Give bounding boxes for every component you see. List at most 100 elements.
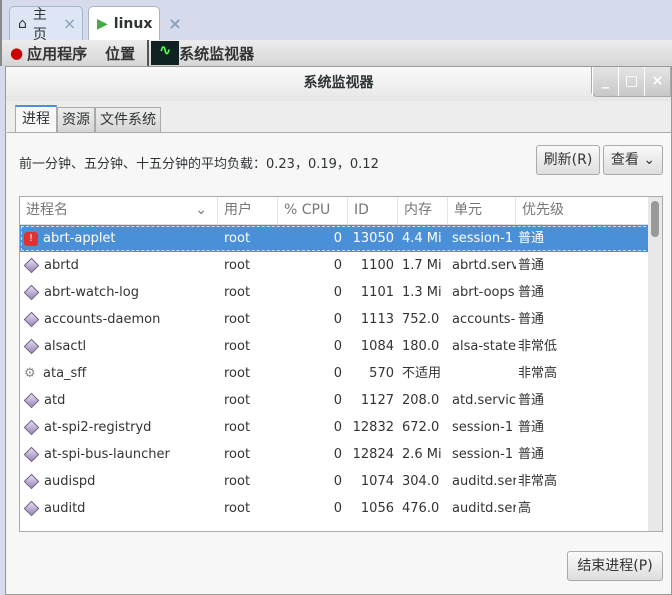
close-icon[interactable]: × bbox=[63, 14, 76, 33]
unit: session-1 bbox=[452, 231, 514, 246]
col-id[interactable]: ID bbox=[348, 197, 398, 224]
window-title: 系统监视器 bbox=[6, 67, 671, 101]
tab-filesystems[interactable]: 文件系统 bbox=[95, 107, 161, 133]
memory: 208.0 bbox=[402, 393, 440, 408]
table-row[interactable]: ! abrt-applet root 0 13050 4.4 Mi session-1 普通 bbox=[20, 225, 662, 252]
unit bbox=[448, 360, 516, 387]
process-icon bbox=[23, 419, 40, 436]
pid: 12824 bbox=[352, 447, 394, 462]
table-row[interactable]: alsactl root 0 1084 180.0 alsa-state 非常低 bbox=[20, 333, 662, 360]
user: root bbox=[224, 501, 251, 516]
memory: 不适用 bbox=[402, 366, 442, 381]
pid: 1127 bbox=[360, 393, 394, 408]
priority: 高 bbox=[518, 501, 532, 516]
redhat-icon: ● bbox=[10, 44, 24, 62]
user: root bbox=[224, 312, 251, 327]
unit: auditd.ser bbox=[452, 501, 516, 516]
pid: 1113 bbox=[360, 312, 394, 327]
memory: 752.0 bbox=[402, 312, 440, 327]
cpu: 0 bbox=[333, 231, 342, 246]
process-name: audispd bbox=[44, 474, 96, 489]
table-row[interactable]: audispd root 0 1074 304.0 auditd.ser 非常高 bbox=[20, 468, 662, 495]
applications-menu[interactable]: 应用程序 bbox=[27, 43, 87, 64]
table-row[interactable]: atd root 0 1127 208.0 atd.servic 普通 bbox=[20, 387, 662, 414]
unit: auditd.ser bbox=[452, 474, 516, 489]
browser-tab-home[interactable]: ⌂ 主页 × bbox=[9, 6, 83, 43]
table-row[interactable]: auditd root 0 1056 476.0 auditd.ser 高 bbox=[20, 495, 662, 522]
tab-processes[interactable]: 进程 bbox=[15, 105, 57, 133]
table-row[interactable]: abrtd root 0 1100 1.7 Mi abrtd.serv 普通 bbox=[20, 252, 662, 279]
end-process-button[interactable]: 结束进程(P) bbox=[567, 551, 663, 581]
minimize-button[interactable]: _ bbox=[592, 67, 618, 96]
process-icon bbox=[23, 284, 40, 301]
maximize-button[interactable]: □ bbox=[618, 67, 644, 96]
alert-icon: ! bbox=[24, 231, 38, 246]
close-button[interactable]: × bbox=[644, 67, 670, 96]
cpu: 0 bbox=[333, 366, 342, 381]
memory: 304.0 bbox=[402, 474, 440, 489]
process-icon bbox=[23, 473, 40, 490]
cpu: 0 bbox=[333, 447, 342, 462]
cpu: 0 bbox=[333, 258, 342, 273]
memory: 180.0 bbox=[402, 339, 440, 354]
priority: 非常高 bbox=[518, 474, 558, 489]
priority: 普通 bbox=[518, 312, 545, 327]
refresh-button[interactable]: 刷新(R) bbox=[536, 145, 600, 175]
cpu: 0 bbox=[333, 285, 342, 300]
unit: session-1 bbox=[452, 420, 514, 435]
close-icon[interactable]: × bbox=[168, 14, 181, 33]
cpu: 0 bbox=[333, 474, 342, 489]
priority: 非常高 bbox=[518, 366, 558, 381]
pid: 570 bbox=[369, 366, 394, 381]
cpu: 0 bbox=[333, 339, 342, 354]
monitor-icon: ∿ bbox=[151, 41, 180, 65]
priority: 普通 bbox=[518, 258, 545, 273]
col-priority[interactable]: 优先级 bbox=[516, 197, 646, 224]
taskbar-system-monitor[interactable]: ∿ 系统监视器 bbox=[147, 40, 254, 66]
table-row[interactable]: abrt-watch-log root 0 1101 1.3 Mi abrt-oops 普通 bbox=[20, 279, 662, 306]
priority: 普通 bbox=[518, 393, 545, 408]
user: root bbox=[224, 366, 251, 381]
pid: 13050 bbox=[352, 231, 394, 246]
home-icon: ⌂ bbox=[18, 15, 27, 32]
table-row[interactable]: at-spi2-registryd root 0 12832 672.0 session-… bbox=[20, 414, 662, 441]
user: root bbox=[224, 474, 251, 489]
user: root bbox=[224, 231, 251, 246]
unit: accounts- bbox=[452, 312, 516, 327]
pid: 1101 bbox=[360, 285, 394, 300]
col-name[interactable]: 进程名 ⌄ bbox=[20, 197, 218, 224]
unit: session-1 bbox=[452, 447, 514, 462]
user: root bbox=[224, 420, 251, 435]
table-header: 进程名 ⌄ 用户 % CPU ID 内存 单元 优先级 bbox=[20, 197, 662, 225]
gear-icon: ⚙ bbox=[24, 365, 36, 381]
priority: 普通 bbox=[518, 231, 545, 246]
user: root bbox=[224, 393, 251, 408]
scrollbar-thumb[interactable] bbox=[651, 201, 659, 237]
memory: 1.3 Mi bbox=[402, 285, 442, 300]
browser-tab-bar: ⌂ 主页 × ▶ linux × bbox=[0, 0, 672, 43]
tab-resources[interactable]: 资源 bbox=[57, 107, 95, 133]
unit: atd.servic bbox=[452, 393, 516, 408]
col-cpu[interactable]: % CPU bbox=[278, 197, 348, 224]
memory: 672.0 bbox=[402, 420, 440, 435]
pid: 1100 bbox=[360, 258, 394, 273]
process-name: abrt-applet bbox=[43, 231, 116, 246]
priority: 普通 bbox=[518, 447, 545, 462]
load-average: 前一分钟、五分钟、十五分钟的平均负载：0.23，0.19，0.12 bbox=[19, 157, 379, 172]
process-icon bbox=[23, 392, 40, 409]
pid: 1074 bbox=[360, 474, 394, 489]
places-menu[interactable]: 位置 bbox=[105, 43, 135, 64]
scrollbar[interactable] bbox=[648, 197, 662, 531]
col-unit[interactable]: 单元 bbox=[448, 197, 516, 224]
cpu: 0 bbox=[333, 312, 342, 327]
col-memory[interactable]: 内存 bbox=[398, 197, 448, 224]
memory: 2.6 Mi bbox=[402, 447, 442, 462]
table-row[interactable]: at-spi-bus-launcher root 0 12824 2.6 Mi sessi… bbox=[20, 441, 662, 468]
table-row[interactable]: ⚙ ata_sff root 0 570 不适用 非常高 bbox=[20, 360, 662, 387]
view-button[interactable]: 查看 ⌄ bbox=[603, 145, 663, 175]
col-user[interactable]: 用户 bbox=[218, 197, 278, 224]
browser-tab-linux[interactable]: ▶ linux × bbox=[88, 6, 182, 40]
process-name: at-spi2-registryd bbox=[44, 420, 152, 435]
table-row[interactable]: accounts-daemon root 0 1113 752.0 accounts- 普通 bbox=[20, 306, 662, 333]
priority: 普通 bbox=[518, 420, 545, 435]
